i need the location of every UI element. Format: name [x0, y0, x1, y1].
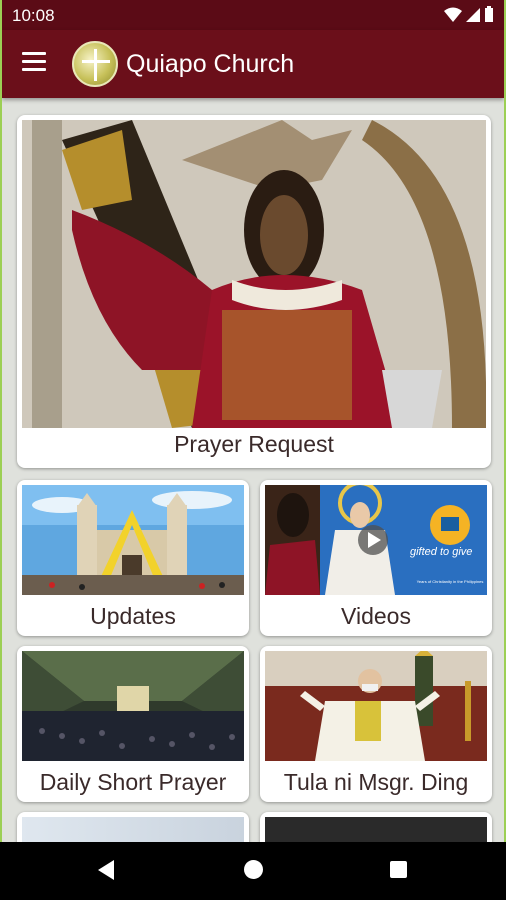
recent-apps-icon[interactable]	[390, 861, 407, 878]
priest-image	[265, 651, 487, 761]
app-title: Quiapo Church	[126, 50, 295, 78]
nazarene-image	[22, 120, 486, 428]
back-icon[interactable]	[98, 860, 114, 880]
home-icon[interactable]	[244, 860, 263, 879]
church-facade-image	[22, 485, 244, 595]
app-bar: Quiapo Church	[2, 30, 504, 98]
battery-icon	[485, 6, 493, 22]
status-time: 10:08	[12, 6, 55, 25]
prayer-request-card[interactable]: Prayer Request	[17, 115, 491, 468]
tula-label: Tula ni Msgr. Ding	[283, 769, 469, 795]
app-screen: 10:08 Quiapo Church Prayer Request Updat…	[0, 0, 506, 842]
daily-short-prayer-label: Daily Short Prayer	[39, 769, 227, 795]
updates-label: Updates	[90, 603, 176, 629]
videos-label: Videos	[341, 603, 411, 629]
videos-card[interactable]: gifted to give Years of Christianity in …	[260, 480, 492, 636]
church-interior-image	[22, 651, 244, 761]
daily-short-prayer-card[interactable]: Daily Short Prayer	[17, 646, 249, 802]
church-logo	[72, 41, 118, 87]
videos-subtitle: Years of Christianity in the Philippines	[416, 579, 484, 584]
wifi-icon	[444, 7, 462, 22]
prayer-request-label: Prayer Request	[174, 431, 334, 457]
partial-card-right[interactable]	[260, 812, 492, 842]
system-nav-bar	[0, 842, 506, 900]
menu-icon[interactable]	[22, 52, 46, 72]
signal-icon	[466, 7, 480, 22]
status-icons	[444, 6, 494, 23]
tula-card[interactable]: Tula ni Msgr. Ding	[260, 646, 492, 802]
status-bar: 10:08	[2, 0, 504, 30]
partial-card-left[interactable]	[17, 812, 249, 842]
videos-tagline: gifted to give	[410, 546, 473, 558]
updates-card[interactable]: Updates	[17, 480, 249, 636]
